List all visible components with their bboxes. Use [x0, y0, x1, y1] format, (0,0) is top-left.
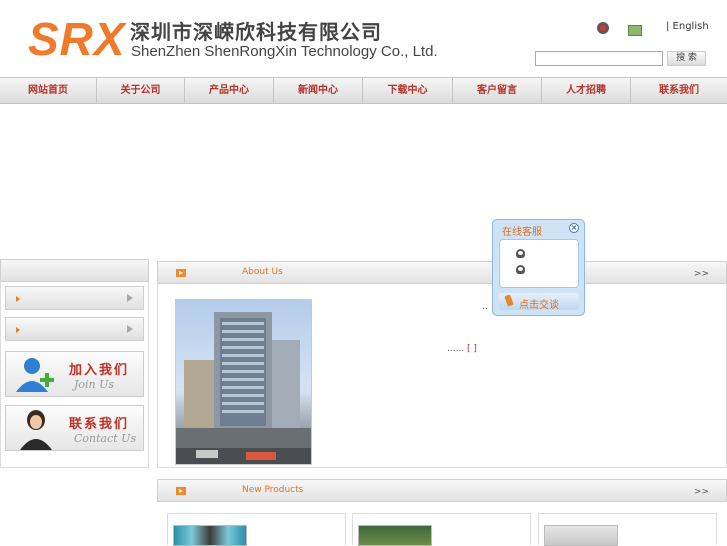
about-section-header: About Us >>	[157, 261, 727, 284]
chat-button-label: 点击交谈	[519, 300, 559, 311]
nav-contact[interactable]: 联系我们	[631, 78, 727, 103]
nav-downloads[interactable]: 下载中心	[363, 78, 453, 103]
company-name-cn: 深圳市深嵘欣科技有限公司	[130, 20, 382, 44]
contact-us-banner[interactable]: 联系我们 Contact Us	[5, 405, 144, 451]
english-link[interactable]: | English	[666, 21, 709, 32]
join-us-en: Join Us	[74, 378, 115, 391]
search-input[interactable]	[535, 51, 663, 66]
product-card[interactable]	[538, 513, 717, 546]
nav-products[interactable]: 产品中心	[185, 78, 274, 103]
bullet-icon	[16, 296, 20, 302]
nav-messages[interactable]: 客户留言	[453, 78, 542, 103]
product-card[interactable]	[167, 513, 346, 546]
left-menu-item-1[interactable]	[5, 286, 144, 310]
qq-icon[interactable]	[516, 249, 525, 258]
chat-button[interactable]: 点击交谈	[499, 293, 579, 311]
main-nav: 网站首页 关于公司 产品中心 新闻中心 下载中心 客户留言 人才招聘 联系我们	[0, 77, 727, 104]
product-image[interactable]	[544, 525, 618, 546]
about-text-dots: ......	[447, 344, 465, 354]
left-menu-item-2[interactable]	[5, 317, 144, 341]
bullet-icon	[16, 327, 20, 333]
arrow-right-icon	[127, 325, 133, 333]
nav-about[interactable]: 关于公司	[97, 78, 185, 103]
qq-icon[interactable]	[516, 265, 525, 274]
company-building-photo	[175, 299, 312, 465]
online-service-title: 在线客服	[502, 227, 542, 238]
phone-icon	[504, 294, 514, 307]
join-us-cn: 加入我们	[69, 363, 130, 378]
product-image[interactable]	[173, 525, 247, 546]
about-text-ellipsis: ..	[482, 302, 488, 312]
about-more-link[interactable]: >>	[694, 269, 709, 279]
nav-home[interactable]: 网站首页	[0, 78, 97, 103]
logo-mark[interactable]: SRX	[28, 14, 126, 64]
building-image	[176, 312, 311, 464]
about-detail-link[interactable]: [ ]	[467, 344, 477, 354]
join-us-banner[interactable]: 加入我们 Join Us	[5, 351, 144, 397]
section-arrow-icon	[176, 269, 186, 277]
add-user-icon	[16, 358, 54, 392]
products-title: New Products	[242, 485, 304, 495]
online-service-widget: 在线客服 点击交谈	[492, 219, 585, 316]
product-image[interactable]	[358, 525, 432, 546]
product-card[interactable]	[352, 513, 531, 546]
nav-news[interactable]: 新闻中心	[274, 78, 363, 103]
left-panel-header	[0, 259, 149, 282]
contact-us-cn: 联系我们	[69, 417, 130, 432]
products-section-header: New Products >>	[157, 479, 727, 502]
arrow-right-icon	[127, 294, 133, 302]
about-more-text: ...... [ ]	[447, 344, 477, 354]
home-icon[interactable]	[597, 22, 609, 34]
products-more-link[interactable]: >>	[694, 487, 709, 497]
online-service-list	[499, 239, 579, 288]
mail-icon[interactable]	[628, 25, 642, 36]
support-agent-icon	[20, 410, 52, 450]
about-title: About Us	[242, 267, 283, 277]
company-name-en: ShenZhen ShenRongXin Technology Co., Ltd…	[131, 43, 438, 60]
close-icon[interactable]	[569, 223, 579, 233]
nav-careers[interactable]: 人才招聘	[542, 78, 631, 103]
section-arrow-icon	[176, 487, 186, 495]
contact-us-en: Contact Us	[74, 432, 137, 445]
search-button[interactable]: 搜 索	[667, 51, 706, 66]
